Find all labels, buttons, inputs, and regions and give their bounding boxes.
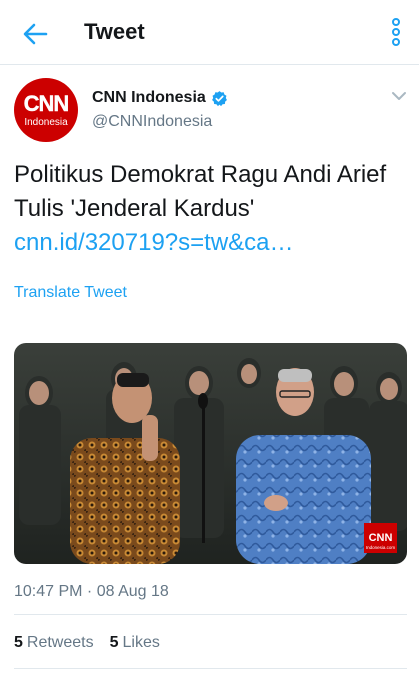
tweet-text: Politikus Demokrat Ragu Andi Arief Tulis… xyxy=(14,158,409,260)
retweets-stat[interactable]: 5 Retweets xyxy=(14,634,94,652)
author-name-row[interactable]: CNN Indonesia xyxy=(92,89,228,107)
arrow-left-icon xyxy=(23,23,48,45)
chevron-down-icon xyxy=(392,92,406,100)
divider xyxy=(14,614,407,615)
likes-label: Likes xyxy=(122,634,160,651)
tweet-link[interactable]: cnn.id/320719?s=tw&ca… xyxy=(14,226,409,260)
author-name: CNN Indonesia xyxy=(92,89,206,106)
verified-badge-icon xyxy=(211,90,228,107)
tweet-stats: 5 Retweets 5 Likes xyxy=(14,634,160,652)
tweet-options-caret[interactable] xyxy=(389,86,409,106)
likes-stat[interactable]: 5 Likes xyxy=(110,634,160,652)
avatar[interactable]: CNN Indonesia xyxy=(14,78,78,142)
avatar-logo: CNN xyxy=(23,90,69,116)
translate-tweet-link[interactable]: Translate Tweet xyxy=(14,284,127,302)
avatar-sub-label: Indonesia xyxy=(24,116,68,128)
retweets-count: 5 xyxy=(14,634,23,651)
tweet-media-photo[interactable]: CNN Indonesia.com xyxy=(14,343,407,564)
overflow-menu-button[interactable] xyxy=(386,17,406,47)
tweet-body: Politikus Demokrat Ragu Andi Arief Tulis… xyxy=(14,161,387,222)
divider xyxy=(14,668,407,669)
likes-count: 5 xyxy=(109,634,119,651)
overflow-vertical-icon xyxy=(392,18,400,46)
top-bar: Tweet xyxy=(0,0,419,65)
page-title: Tweet xyxy=(84,19,145,44)
media-cnn-badge-sub: Indonesia.com xyxy=(366,545,396,550)
retweets-label: Retweets xyxy=(26,634,94,651)
author-handle[interactable]: @CNNIndonesia xyxy=(92,113,212,131)
back-button[interactable] xyxy=(20,19,50,49)
media-cnn-badge: CNN xyxy=(369,532,393,544)
tweet-timestamp: 10:47 PM · 08 Aug 18 xyxy=(14,583,169,600)
